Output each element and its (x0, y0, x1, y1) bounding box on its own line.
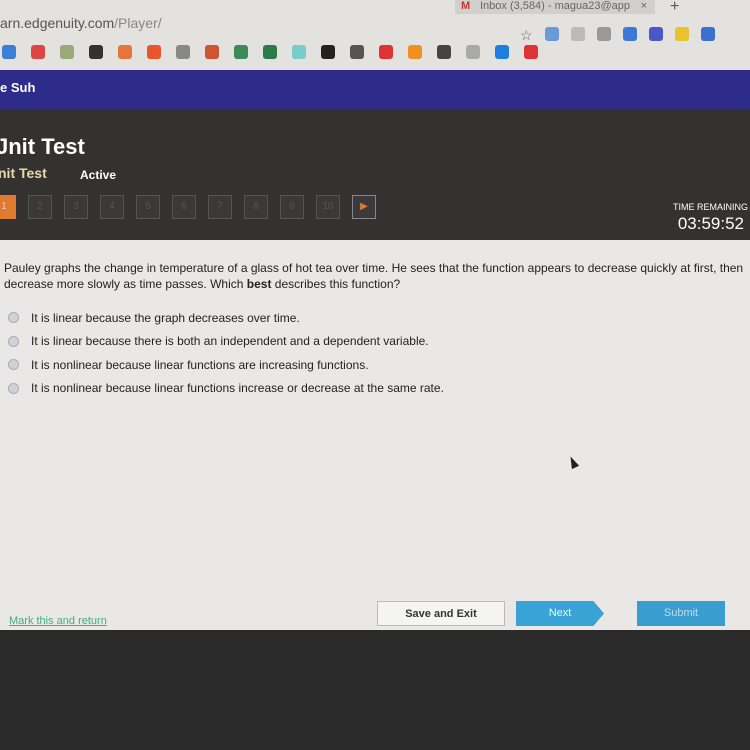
save-and-exit-button[interactable]: Save and Exit (377, 601, 505, 626)
question-button-2[interactable]: 2 (28, 195, 52, 219)
question-navigator: 1 2 3 4 5 6 7 8 9 10 ▶ (0, 195, 376, 219)
question-button-7[interactable]: 7 (208, 195, 232, 219)
tab-title: Inbox (3,584) - magua23@app (480, 0, 630, 12)
page-title: Jnit Test (0, 134, 85, 159)
option-label: It is nonlinear because linear functions… (31, 381, 444, 396)
question-button-1[interactable]: 1 (0, 195, 16, 219)
question-button-10[interactable]: 10 (316, 195, 340, 219)
option-label: It is linear because there is both an in… (31, 334, 429, 349)
bookmark-icon[interactable] (205, 45, 219, 59)
new-tab-button[interactable]: + (670, 0, 679, 16)
user-bar: e Suh (0, 70, 750, 110)
question-text: Pauley graphs the change in temperature … (4, 260, 744, 292)
answer-option[interactable]: It is linear because the graph decreases… (8, 306, 444, 330)
option-label: It is linear because the graph decreases… (31, 310, 300, 325)
bookmark-icon[interactable] (408, 45, 422, 59)
radio-button[interactable] (8, 359, 19, 371)
question-button-6[interactable]: 6 (172, 195, 196, 219)
browser-chrome: M Inbox (3,584) - magua23@app × + arn.edge… (0, 0, 750, 70)
question-button-4[interactable]: 4 (100, 195, 124, 219)
question-panel: Pauley graphs the change in temperature … (0, 240, 750, 630)
answer-option[interactable]: It is nonlinear because linear functions… (8, 353, 444, 377)
bookmark-icon[interactable] (176, 45, 190, 59)
bookmarks-bar (2, 45, 538, 59)
url-host: arn.edgenuity.com (0, 15, 115, 31)
bookmark-icon[interactable] (350, 45, 364, 59)
address-bar[interactable]: arn.edgenuity.com/Player/ (0, 15, 162, 31)
bookmark-icon[interactable] (234, 45, 248, 59)
activity-subtitle: nit Test (0, 165, 47, 181)
extension-icon[interactable] (596, 27, 611, 41)
activity-header: Jnit Test nit Test Active 1 2 3 4 5 6 7 8 9 10 ▶ T… (0, 110, 750, 240)
extension-icon[interactable] (544, 27, 559, 41)
bookmark-icon[interactable] (292, 45, 306, 59)
time-remaining: 03:59:52 (677, 214, 744, 233)
bookmark-icon[interactable] (495, 45, 509, 59)
bookmark-icon[interactable] (147, 45, 161, 59)
extension-icon[interactable] (674, 27, 689, 41)
submit-button[interactable]: Submit (637, 601, 725, 626)
bookmark-star-icon[interactable]: ☆ (520, 27, 533, 44)
question-button-9[interactable]: 9 (280, 195, 304, 219)
bookmark-icon[interactable] (2, 45, 16, 59)
extension-icon[interactable] (648, 27, 663, 41)
answer-options: It is linear because the graph decreases… (8, 306, 444, 400)
question-emphasis: best (246, 277, 272, 291)
url-path: /Player/ (114, 15, 162, 31)
tab-close-icon[interactable]: × (641, 0, 647, 12)
answer-option[interactable]: It is nonlinear because linear functions… (8, 377, 444, 401)
bookmark-icon[interactable] (89, 45, 103, 59)
question-button-8[interactable]: 8 (244, 195, 268, 219)
time-remaining-label: TIME REMAINING (672, 202, 748, 212)
user-name: e Suh (0, 80, 36, 95)
bookmark-icon[interactable] (118, 45, 132, 59)
bookmark-icon[interactable] (321, 45, 335, 59)
extensions-bar: ☆ (520, 27, 715, 44)
mark-and-return-link[interactable]: Mark this and return (9, 615, 107, 627)
gmail-icon: M (461, 0, 471, 12)
bookmark-icon[interactable] (524, 45, 538, 59)
extension-icon[interactable] (700, 27, 715, 41)
extension-icon[interactable] (622, 27, 637, 41)
status-label: Active (80, 168, 117, 182)
option-label: It is nonlinear because linear functions… (31, 357, 369, 372)
tab-inbox[interactable]: M Inbox (3,584) - magua23@app × (455, 0, 655, 14)
next-button[interactable]: Next (516, 601, 604, 626)
bookmark-icon[interactable] (437, 45, 451, 59)
bookmark-icon[interactable] (31, 45, 45, 59)
bookmark-icon[interactable] (60, 45, 74, 59)
answer-option[interactable]: It is linear because there is both an in… (8, 330, 444, 354)
question-button-5[interactable]: 5 (136, 195, 160, 219)
radio-button[interactable] (8, 312, 19, 324)
radio-button[interactable] (8, 335, 19, 347)
question-button-3[interactable]: 3 (64, 195, 88, 219)
bookmark-icon[interactable] (263, 45, 277, 59)
extension-icon[interactable] (570, 27, 585, 41)
bookmark-icon[interactable] (379, 45, 393, 59)
next-questions-arrow[interactable]: ▶ (352, 195, 376, 219)
bookmark-icon[interactable] (466, 45, 480, 59)
radio-button[interactable] (8, 382, 19, 394)
question-text-part: describes this function? (271, 277, 401, 291)
